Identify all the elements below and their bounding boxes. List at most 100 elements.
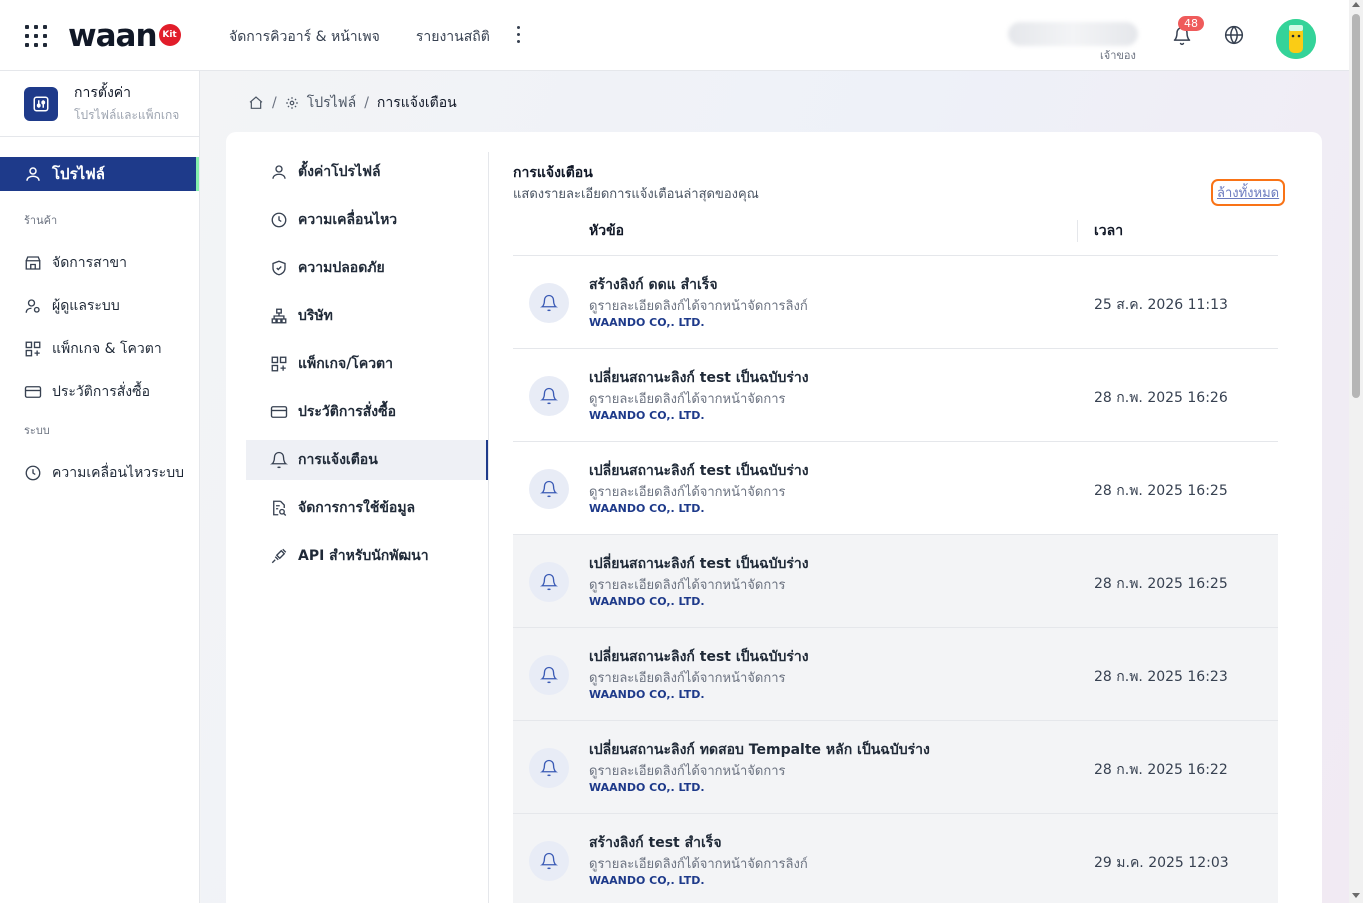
store-icon bbox=[25, 255, 41, 270]
logo-badge: Kit bbox=[158, 24, 181, 46]
nav-reports[interactable]: รายงานสถิติ bbox=[416, 26, 490, 48]
notifications-subtitle: แสดงรายละเอียดการแจ้งเตือนล่าสุดของคุณ bbox=[513, 187, 759, 202]
org-chart-icon bbox=[271, 308, 287, 324]
sidebar-item-profile[interactable]: โปรไฟล์ bbox=[0, 157, 199, 191]
shield-check-icon bbox=[272, 260, 286, 276]
page-scrollbar[interactable] bbox=[1349, 0, 1363, 903]
column-header-subject: หัวข้อ bbox=[589, 223, 625, 239]
sidebar-item-label: ประวัติการสั่งซื้อ bbox=[52, 383, 151, 400]
notification-title: เปลี่ยนสถานะลิงก์ test เป็นฉบับร่าง bbox=[589, 463, 809, 479]
table-row[interactable]: เปลี่ยนสถานะลิงก์ test เป็นฉบับร่าง ดูรา… bbox=[513, 442, 1278, 535]
scroll-up-arrow[interactable] bbox=[1352, 2, 1360, 7]
card-icon bbox=[270, 406, 288, 418]
breadcrumb-separator: / bbox=[272, 95, 277, 111]
notification-desc: ดูรายละเอียดลิงก์ได้จากหน้าจัดการ bbox=[589, 578, 786, 593]
notification-company: WAANDO CO,. LTD. bbox=[589, 316, 705, 329]
notification-desc: ดูรายละเอียดลิงก์ได้จากหน้าจัดการลิงก์ bbox=[589, 299, 808, 314]
apps-grid-icon[interactable] bbox=[25, 25, 47, 47]
notification-company: WAANDO CO,. LTD. bbox=[589, 595, 705, 608]
notification-title: เปลี่ยนสถานะลิงก์ ทดสอบ Tempalte หลัก เป… bbox=[589, 742, 930, 758]
notification-company: WAANDO CO,. LTD. bbox=[589, 874, 705, 887]
nav-qr-pages[interactable]: จัดการคิวอาร์ & หน้าเพจ bbox=[229, 26, 380, 48]
table-row[interactable]: เปลี่ยนสถานะลิงก์ ทดสอบ Tempalte หลัก เป… bbox=[513, 721, 1278, 814]
sidebar-subtitle: โปรไฟล์และแพ็กเกจ bbox=[74, 108, 180, 122]
notification-time: 28 ก.พ. 2025 16:26 bbox=[1094, 390, 1228, 406]
sidebar-item-label: ความเคลื่อนไหวระบบ bbox=[52, 464, 184, 481]
globe-icon[interactable] bbox=[1224, 25, 1244, 45]
sidebar-item-packages[interactable]: แพ็กเกจ & โควตา bbox=[0, 327, 199, 370]
notification-title: เปลี่ยนสถานะลิงก์ test เป็นฉบับร่าง bbox=[589, 649, 809, 665]
breadcrumb-separator: / bbox=[364, 95, 369, 111]
avatar[interactable] bbox=[1276, 19, 1316, 59]
menu-item-label: API สำหรับนักพัฒนา bbox=[298, 548, 429, 564]
notification-company: WAANDO CO,. LTD. bbox=[589, 688, 705, 701]
table-row[interactable]: สร้างลิงก์ ดดแ สำเร็จ ดูรายละเอียดลิงก์ไ… bbox=[513, 256, 1278, 349]
sidebar-item-label: ผู้ดูแลระบบ bbox=[52, 297, 120, 314]
scroll-thumb[interactable] bbox=[1352, 14, 1360, 398]
menu-item-label: แพ็กเกจ/โควตา bbox=[298, 356, 394, 372]
menu-item-label: ความเคลื่อนไหว bbox=[298, 212, 398, 228]
menu-item-label: จัดการการใช้ข้อมูล bbox=[298, 500, 416, 516]
menu-item-label: ความปลอดภัย bbox=[298, 260, 385, 276]
menu-item-api[interactable]: API สำหรับนักพัฒนา bbox=[246, 536, 489, 576]
notification-time: 28 ก.พ. 2025 16:23 bbox=[1094, 669, 1228, 685]
notification-count-badge[interactable]: 48 bbox=[1178, 16, 1204, 31]
user-name-blurred[interactable] bbox=[1008, 22, 1138, 46]
sidebar-item-label: โปรไฟล์ bbox=[52, 165, 105, 183]
sidebar-item-orders[interactable]: ประวัติการสั่งซื้อ bbox=[0, 370, 199, 413]
menu-item-label: ตั้งค่าโปรไฟล์ bbox=[298, 164, 381, 180]
logo[interactable]: waan Kit bbox=[68, 16, 181, 56]
breadcrumb-profile[interactable]: โปรไฟล์ bbox=[307, 92, 356, 114]
table-row[interactable]: เปลี่ยนสถานะลิงก์ test เป็นฉบับร่าง ดูรา… bbox=[513, 535, 1278, 628]
bell-icon bbox=[529, 376, 569, 416]
column-divider bbox=[1077, 220, 1078, 242]
scroll-down-arrow[interactable] bbox=[1352, 893, 1360, 898]
menu-item-company[interactable]: บริษัท bbox=[246, 296, 489, 336]
menu-item-label: ประวัติการสั่งซื้อ bbox=[298, 404, 397, 420]
profile-menu: ตั้งค่าโปรไฟล์ ความเคลื่อนไหว ความปลอดภั… bbox=[246, 152, 489, 584]
logo-text: waan bbox=[68, 18, 158, 54]
sidebar-item-branches[interactable]: จัดการสาขา bbox=[0, 241, 199, 284]
history-icon bbox=[271, 212, 287, 228]
notification-time: 25 ส.ค. 2026 11:13 bbox=[1094, 297, 1228, 313]
menu-item-notifications[interactable]: การแจ้งเตือน bbox=[246, 440, 489, 480]
more-menu-icon[interactable] bbox=[517, 26, 521, 43]
menu-item-orders[interactable]: ประวัติการสั่งซื้อ bbox=[246, 392, 489, 432]
notification-desc: ดูรายละเอียดลิงก์ได้จากหน้าจัดการ bbox=[589, 392, 786, 407]
card-icon bbox=[24, 385, 42, 398]
gear-icon bbox=[285, 97, 298, 109]
notification-time: 28 ก.พ. 2025 16:22 bbox=[1094, 762, 1228, 778]
sidebar-item-admins[interactable]: ผู้ดูแลระบบ bbox=[0, 284, 199, 327]
notification-company: WAANDO CO,. LTD. bbox=[589, 502, 705, 515]
sidebar-item-label: แพ็กเกจ & โควตา bbox=[52, 340, 162, 357]
history-icon bbox=[25, 465, 41, 480]
menu-item-profile-settings[interactable]: ตั้งค่าโปรไฟล์ bbox=[246, 152, 489, 192]
menu-item-label: บริษัท bbox=[298, 308, 333, 324]
home-icon[interactable] bbox=[248, 95, 264, 111]
bell-icon bbox=[270, 451, 288, 469]
menu-item-activity[interactable]: ความเคลื่อนไหว bbox=[246, 200, 489, 240]
bell-icon bbox=[529, 655, 569, 695]
notification-company: WAANDO CO,. LTD. bbox=[589, 409, 705, 422]
notifications-title: การแจ้งเตือน bbox=[513, 165, 593, 181]
sidebar-header: การตั้งค่า โปรไฟล์และแพ็กเกจ bbox=[0, 71, 199, 137]
notification-desc: ดูรายละเอียดลิงก์ได้จากหน้าจัดการ bbox=[589, 764, 786, 779]
menu-divider bbox=[488, 152, 489, 903]
notifications-list: สร้างลิงก์ ดดแ สำเร็จ ดูรายละเอียดลิงก์ไ… bbox=[513, 256, 1278, 903]
notification-company: WAANDO CO,. LTD. bbox=[589, 781, 705, 794]
plug-icon bbox=[271, 548, 287, 564]
menu-item-packages[interactable]: แพ็กเกจ/โควตา bbox=[246, 344, 489, 384]
clear-all-link[interactable]: ล้างทั้งหมด bbox=[1211, 179, 1286, 206]
notification-time: 28 ก.พ. 2025 16:25 bbox=[1094, 483, 1228, 499]
table-row[interactable]: เปลี่ยนสถานะลิงก์ test เป็นฉบับร่าง ดูรา… bbox=[513, 628, 1278, 721]
table-row[interactable]: เปลี่ยนสถานะลิงก์ test เป็นฉบับร่าง ดูรา… bbox=[513, 349, 1278, 442]
notification-title: เปลี่ยนสถานะลิงก์ test เป็นฉบับร่าง bbox=[589, 370, 809, 386]
avatar-image bbox=[1276, 19, 1316, 59]
bell-icon bbox=[529, 562, 569, 602]
menu-item-security[interactable]: ความปลอดภัย bbox=[246, 248, 489, 288]
table-row[interactable]: สร้างลิงก์ test สำเร็จ ดูรายละเอียดลิงก์… bbox=[513, 814, 1278, 903]
menu-item-data-usage[interactable]: จัดการการใช้ข้อมูล bbox=[246, 488, 489, 528]
sidebar-group-system: ระบบ bbox=[24, 424, 50, 437]
sidebar-item-system-activity[interactable]: ความเคลื่อนไหวระบบ bbox=[0, 451, 199, 494]
bell-icon bbox=[529, 469, 569, 509]
